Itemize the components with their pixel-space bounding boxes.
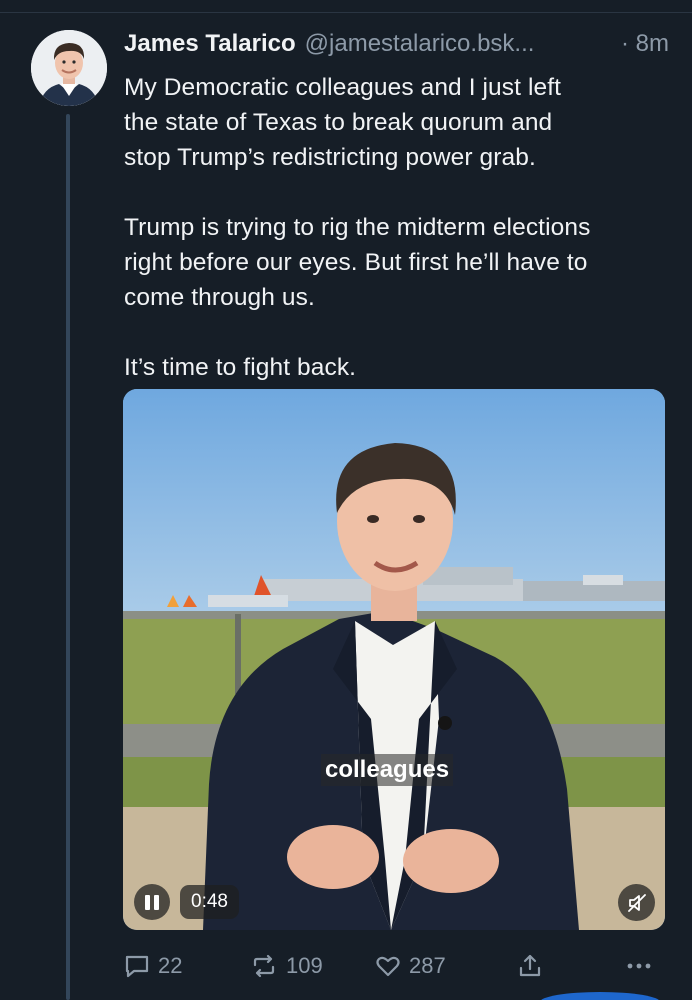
speaker-muted-icon (627, 893, 646, 912)
post-paragraph: Trump is trying to rig the midterm elect… (124, 214, 591, 311)
repost-icon (253, 954, 275, 978)
post-paragraph: It’s time to fight back. (124, 354, 357, 381)
post-timestamp[interactable]: · 8m (621, 30, 669, 58)
pause-button[interactable] (134, 884, 170, 920)
reply-count: 22 (158, 953, 183, 978)
like-icon (376, 956, 400, 977)
repost-button[interactable]: 109 (249, 948, 323, 984)
mute-button[interactable] (618, 884, 655, 921)
share-button[interactable] (517, 948, 543, 984)
repost-count: 109 (286, 953, 323, 978)
like-button[interactable]: 287 (374, 948, 446, 984)
pause-icon (145, 894, 150, 910)
post-container: James Talarico @jamestalarico.bsk... · 8… (0, 0, 692, 1000)
divider (0, 12, 692, 13)
video-frame (123, 389, 665, 930)
author-name[interactable]: James Talarico (124, 30, 296, 58)
like-count: 287 (409, 953, 446, 978)
compose-button-edge (540, 992, 660, 1000)
reply-button[interactable]: 22 (123, 948, 182, 984)
reply-icon (125, 955, 149, 978)
video-elapsed-time: 0:48 (180, 885, 239, 919)
video-caption: colleagues (321, 754, 454, 786)
more-options-button[interactable] (624, 948, 654, 984)
post-paragraph: My Democratic colleagues and I just left… (124, 74, 562, 171)
post-header: James Talarico @jamestalarico.bsk... · 8… (124, 30, 669, 64)
avatar[interactable] (31, 30, 107, 106)
author-handle[interactable]: @jamestalarico.bsk... (305, 30, 535, 58)
action-bar: 22 109 287 (0, 948, 692, 984)
video-player[interactable]: colleagues (123, 389, 665, 930)
share-icon (519, 954, 541, 977)
more-icon (627, 963, 651, 969)
thread-line (66, 114, 70, 1000)
post-text: My Democratic colleagues and I just left… (124, 70, 672, 420)
